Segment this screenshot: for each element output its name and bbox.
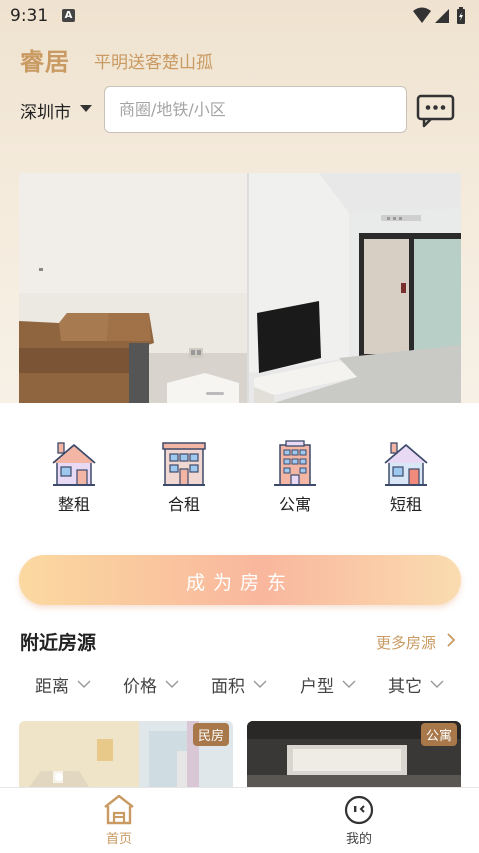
category-label: 公寓 bbox=[278, 495, 311, 514]
chevron-down-icon bbox=[253, 680, 267, 688]
category-shared-rent[interactable]: 合租 bbox=[144, 439, 224, 519]
building-icon bbox=[162, 442, 206, 486]
category-label: 合租 bbox=[167, 495, 200, 514]
chevron-down-icon bbox=[342, 680, 356, 688]
app-logo-text: 睿居 bbox=[20, 48, 70, 76]
listing-card[interactable]: 公寓 bbox=[247, 721, 461, 787]
status-bar: 9:31 A bbox=[0, 0, 479, 32]
nav-home[interactable]: 首页 bbox=[59, 794, 179, 850]
filter-layout[interactable]: 户型 bbox=[300, 672, 356, 697]
more-listings-link[interactable]: 更多房源 bbox=[376, 632, 436, 653]
filter-label: 距离 bbox=[35, 677, 69, 697]
filter-label: 其它 bbox=[388, 677, 422, 697]
category-apartment[interactable]: 公寓 bbox=[255, 439, 335, 519]
nav-mine-label: 我的 bbox=[345, 832, 372, 847]
listing-badge: 民房 bbox=[192, 723, 229, 746]
filter-area[interactable]: 面积 bbox=[211, 672, 267, 697]
category-section: 整租 合租 公寓 短租 bbox=[0, 403, 479, 543]
chevron-right-icon[interactable] bbox=[446, 633, 456, 647]
battery-icon bbox=[457, 7, 465, 24]
filter-label: 价格 bbox=[123, 677, 157, 697]
become-landlord-label: 成为房东 bbox=[185, 572, 294, 594]
filter-price[interactable]: 价格 bbox=[123, 672, 179, 697]
banner-image bbox=[19, 173, 461, 403]
category-label: 整租 bbox=[57, 495, 90, 514]
filter-row: 距离 价格 面积 户型 其它 bbox=[0, 672, 479, 697]
chevron-down-icon bbox=[77, 680, 91, 688]
brand-slogan: 平明送客楚山孤 bbox=[94, 53, 213, 73]
search-input[interactable] bbox=[105, 87, 385, 132]
nav-mine[interactable]: 我的 bbox=[299, 794, 419, 850]
listing-card[interactable]: 民房 bbox=[19, 721, 233, 787]
brand-row: 睿居 平明送客楚山孤 bbox=[20, 42, 460, 76]
city-selector[interactable]: 深圳市 bbox=[20, 98, 71, 123]
nearby-title: 附近房源 bbox=[20, 632, 97, 654]
category-whole-rent[interactable]: 整租 bbox=[34, 439, 114, 519]
profile-icon bbox=[344, 795, 374, 825]
chevron-down-icon bbox=[165, 680, 179, 688]
home-icon bbox=[104, 794, 134, 825]
house-icon bbox=[52, 442, 96, 486]
nav-home-label: 首页 bbox=[105, 832, 132, 847]
wifi-icon bbox=[413, 7, 431, 23]
signal-icon bbox=[435, 9, 449, 23]
notification-icon: A bbox=[62, 9, 75, 22]
search-box[interactable] bbox=[104, 86, 407, 133]
category-label: 短租 bbox=[389, 495, 422, 514]
apartment-icon bbox=[274, 440, 316, 486]
filter-label: 户型 bbox=[300, 677, 334, 697]
banner-carousel[interactable] bbox=[19, 173, 461, 403]
carousel-indicator bbox=[206, 392, 224, 395]
filter-label: 面积 bbox=[211, 677, 245, 697]
status-icons bbox=[413, 7, 465, 24]
category-short-rent[interactable]: 短租 bbox=[366, 439, 446, 519]
become-landlord-button[interactable]: 成为房东 bbox=[19, 555, 461, 605]
cottage-icon bbox=[384, 442, 428, 486]
search-row: 深圳市 bbox=[18, 86, 460, 134]
filter-other[interactable]: 其它 bbox=[388, 672, 444, 697]
filter-distance[interactable]: 距离 bbox=[35, 672, 91, 697]
chevron-down-icon bbox=[430, 680, 444, 688]
bottom-nav: 首页 我的 bbox=[0, 787, 479, 853]
caret-down-icon[interactable] bbox=[80, 105, 92, 112]
message-icon[interactable] bbox=[416, 94, 456, 128]
listing-badge: 公寓 bbox=[420, 723, 457, 746]
status-time: 9:31 bbox=[10, 6, 49, 26]
